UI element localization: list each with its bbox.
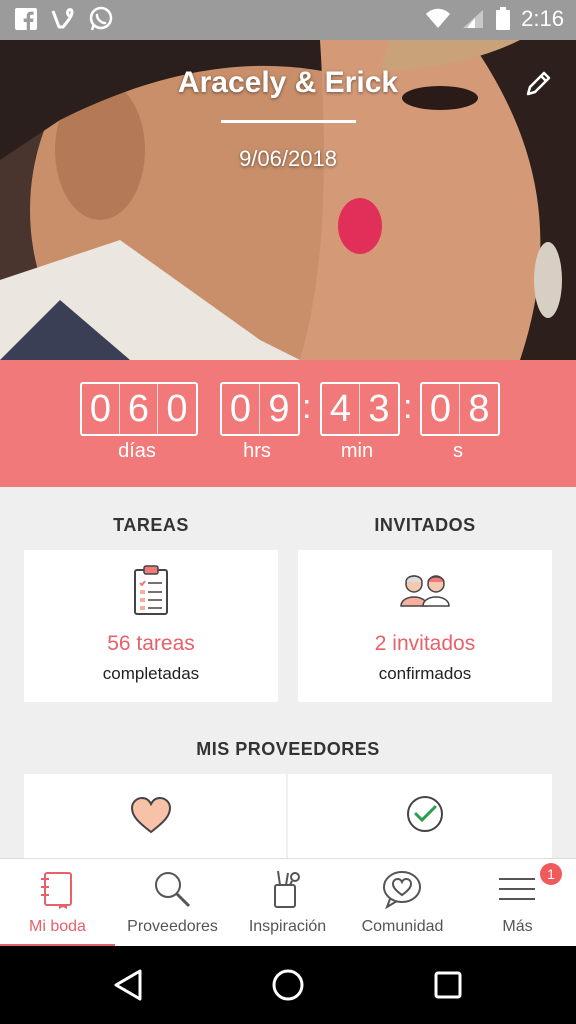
dashboard-content: TAREAS INVITADOS 56 tareas completadas 2… (0, 487, 576, 858)
nav-label: Más (502, 918, 533, 935)
edit-pencil-icon[interactable] (524, 68, 554, 98)
check-circle-icon (407, 796, 443, 832)
status-bar: 2:16 (0, 0, 576, 40)
heart-icon (130, 796, 172, 834)
countdown-digit: 0 (422, 384, 460, 434)
tasks-subtitle: completadas (102, 664, 200, 683)
countdown-days: 0 6 0 (80, 382, 198, 436)
countdown-seconds: 0 8 (420, 382, 500, 436)
countdown-digit: 0 (82, 384, 120, 434)
guests-card[interactable]: 2 invitados confirmados (298, 550, 552, 702)
guests-subtitle: confirmados (378, 664, 472, 683)
countdown-digit: 6 (120, 384, 158, 434)
hours-label: hrs (243, 440, 271, 462)
back-icon[interactable] (112, 968, 144, 1002)
couple-name: Aracely & Erick (177, 66, 399, 99)
minutes-label: min (340, 440, 374, 462)
nav-mas[interactable]: 1 Más (460, 859, 575, 947)
pencil-cup-icon (274, 870, 300, 908)
countdown-hours: 0 9 (220, 382, 300, 436)
facebook-icon (15, 8, 37, 30)
tasks-card[interactable]: 56 tareas completadas (24, 550, 278, 702)
guests-count: 2 invitados (374, 632, 476, 655)
nav-label: Inspiración (248, 918, 327, 935)
countdown-digit: 4 (322, 384, 360, 434)
countdown-digit: 0 (166, 387, 188, 430)
countdown-digit: 9 (268, 387, 290, 430)
guests-title: INVITADOS (374, 515, 476, 535)
search-icon (155, 872, 191, 908)
seconds-label: s (453, 440, 463, 462)
days-label: días (118, 440, 156, 462)
notification-badge: 1 (540, 863, 562, 885)
bottom-navigation: Mi boda Proveedores Inspiración Comunida… (0, 858, 576, 947)
countdown-separator: : (302, 388, 312, 426)
tasks-title: TAREAS (113, 515, 189, 535)
countdown-minutes: 4 3 (320, 382, 400, 436)
clipboard-checklist-icon (134, 565, 168, 615)
countdown-separator: : (403, 388, 413, 426)
vine-icon (51, 8, 74, 29)
guests-couple-icon (400, 575, 450, 607)
nav-label: Comunidad (361, 918, 444, 935)
wedding-countdown: 0 6 0 0 9 : 4 3 : 0 8 días hrs min s (0, 360, 576, 487)
providers-title: MIS PROVEEDORES (196, 739, 380, 759)
chat-heart-icon (383, 871, 421, 909)
notebook-icon (41, 872, 72, 909)
countdown-digit: 8 (468, 387, 490, 430)
recents-icon[interactable] (433, 970, 463, 1000)
favorite-providers-card[interactable] (24, 774, 286, 858)
system-navigation-bar (0, 946, 576, 1024)
tasks-count: 56 tareas (107, 632, 195, 655)
nav-label: Proveedores (127, 918, 218, 935)
nav-label: Mi boda (29, 918, 86, 935)
nav-mi-boda[interactable]: Mi boda (0, 859, 115, 947)
title-underline (221, 120, 356, 123)
battery-icon (496, 7, 511, 30)
couple-photo[interactable]: Aracely & Erick 9/06/2018 (0, 40, 576, 360)
clock: 2:16 (521, 6, 564, 31)
countdown-digit: 3 (368, 387, 390, 430)
nav-comunidad[interactable]: Comunidad (345, 859, 460, 947)
nav-proveedores[interactable]: Proveedores (115, 859, 230, 947)
menu-icon (499, 878, 535, 900)
countdown-digit: 0 (222, 384, 260, 434)
nav-inspiracion[interactable]: Inspiración (230, 859, 345, 947)
signal-icon (463, 10, 484, 28)
whatsapp-icon (89, 6, 113, 31)
home-icon[interactable] (271, 968, 305, 1002)
hired-providers-card[interactable] (288, 774, 552, 858)
wedding-date: 9/06/2018 (239, 146, 337, 171)
wifi-icon (426, 8, 451, 28)
